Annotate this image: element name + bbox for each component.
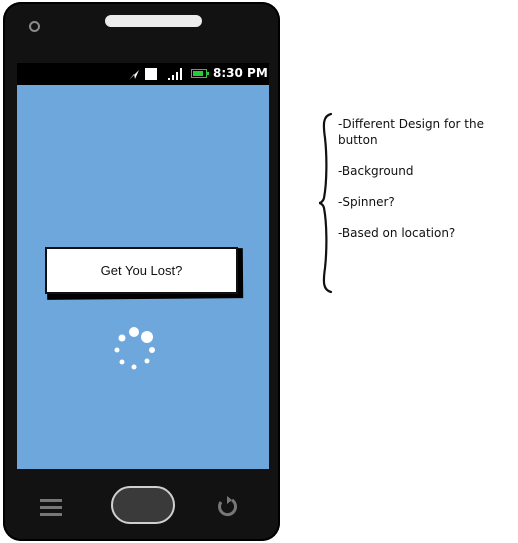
note-item: -Background (338, 164, 414, 178)
battery-icon (191, 69, 209, 78)
notes-list: -Different Design for the button -Backgr… (338, 116, 503, 256)
home-button[interactable] (111, 486, 175, 524)
note-item: -Based on location? (338, 226, 456, 240)
phone-screen: 8:30 PM Get You Lost? (17, 63, 269, 469)
menu-icon[interactable] (40, 499, 62, 516)
phone-frame: 8:30 PM Get You Lost? (3, 2, 280, 541)
note-item: -Different Design for the button (338, 117, 484, 147)
speaker-icon (105, 15, 202, 27)
back-icon[interactable] (215, 494, 239, 518)
get-you-lost-button[interactable]: Get You Lost? (45, 247, 238, 294)
navigation-arrow-icon (127, 63, 141, 85)
signal-strength-icon (167, 63, 185, 85)
curly-brace-icon (318, 112, 333, 294)
note-item: -Spinner? (338, 195, 395, 209)
annotation-notes: -Different Design for the button -Backgr… (318, 112, 508, 302)
camera-icon (29, 21, 40, 32)
sim-card-icon (145, 68, 157, 80)
status-bar: 8:30 PM (17, 63, 269, 85)
spinner-icon (114, 327, 155, 370)
status-time: 8:30 PM (213, 66, 268, 80)
